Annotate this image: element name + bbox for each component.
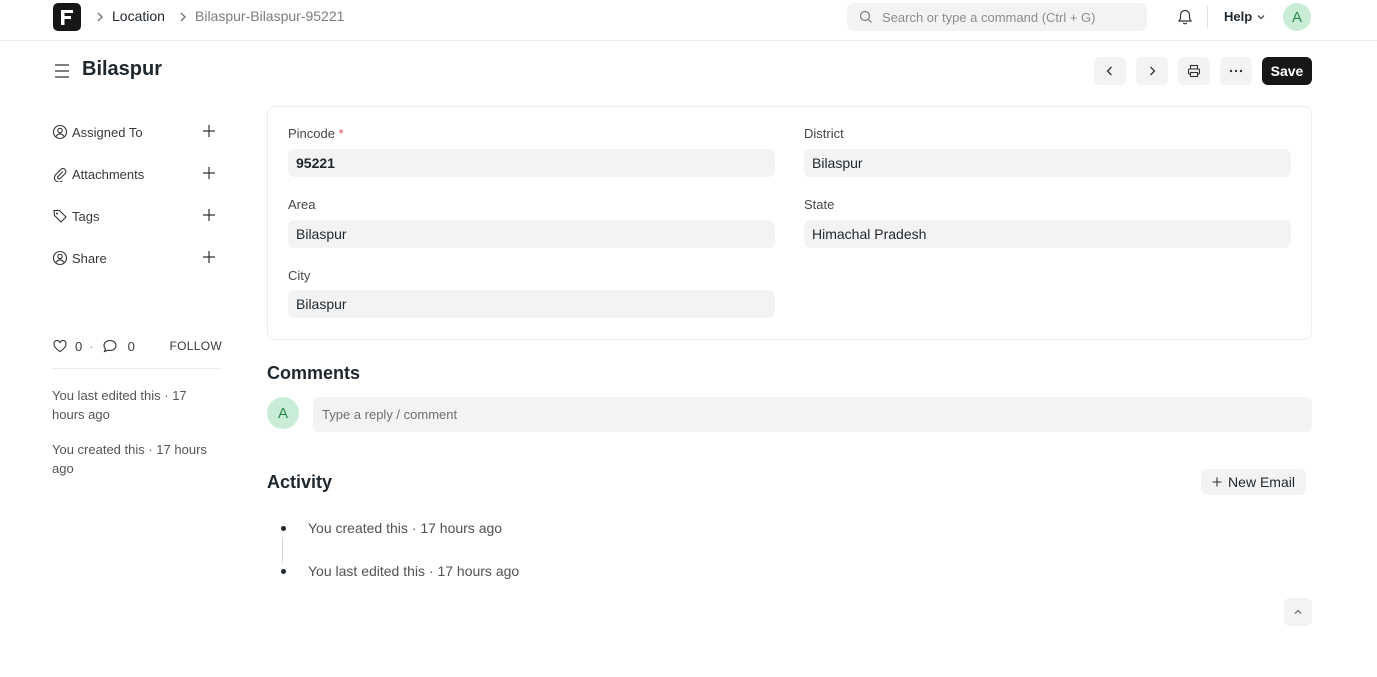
comment-icon[interactable] [102, 338, 118, 354]
notification-bell-icon[interactable] [1176, 8, 1194, 26]
sidebar-item-label: Tags [72, 208, 100, 224]
add-assignment-icon[interactable] [202, 124, 216, 138]
navbar-divider [1207, 6, 1208, 28]
save-button[interactable]: Save [1262, 57, 1312, 85]
chevron-right-icon [1150, 66, 1156, 76]
new-email-button[interactable]: New Email [1201, 469, 1306, 495]
activity-title: Activity [267, 472, 333, 492]
breadcrumb-current[interactable]: Bilaspur-Bilaspur-95221 [195, 8, 344, 24]
area-label: Area [288, 197, 316, 212]
chevron-left-icon [1106, 66, 1112, 76]
plus-icon [1212, 477, 1222, 487]
sidebar-item-label: Assigned To [72, 124, 143, 140]
stats-separator: · [89, 338, 94, 354]
search-icon [859, 10, 872, 23]
timeline-dot [281, 569, 286, 574]
share-icon [52, 250, 68, 266]
search-input[interactable]: Search or type a command (Ctrl + G) [847, 3, 1147, 31]
activity-item: You created this · 17 hours ago [308, 520, 503, 536]
chevron-up-icon [1294, 609, 1302, 614]
like-count: 0 [75, 338, 83, 354]
comment-avatar: A [267, 397, 299, 429]
tag-icon [53, 209, 67, 223]
page-title: Bilaspur [82, 58, 163, 80]
help-dropdown[interactable]: Help [1224, 9, 1266, 24]
timeline-line [282, 537, 283, 563]
add-share-icon[interactable] [202, 250, 216, 264]
city-field[interactable]: Bilaspur [288, 290, 775, 318]
add-attachment-icon[interactable] [202, 166, 216, 180]
help-label: Help [1224, 9, 1253, 24]
frappe-logo-icon [61, 10, 73, 25]
navbar: Location Bilaspur-Bilaspur-95221 Search … [0, 0, 1377, 41]
area-field[interactable]: Bilaspur [288, 220, 775, 248]
activity-item: You last edited this · 17 hours ago [308, 563, 520, 579]
user-avatar[interactable]: A [1283, 3, 1311, 31]
required-indicator: * [338, 126, 344, 141]
sidebar-item-label: Attachments [72, 166, 145, 182]
previous-doc-button[interactable] [1094, 57, 1126, 85]
printer-icon [1187, 64, 1201, 78]
sidebar-divider [52, 368, 222, 369]
created-note: You created this · 17 hours ago [52, 442, 207, 476]
sidebar-item-share[interactable]: Share [52, 248, 222, 268]
app-logo[interactable] [53, 3, 81, 31]
comments-title: Comments [267, 363, 361, 383]
print-button[interactable] [1178, 57, 1210, 85]
comment-input[interactable]: Type a reply / comment [313, 397, 1312, 432]
chevron-down-icon [1257, 14, 1265, 19]
pincode-label: Pincode * [288, 126, 344, 141]
sidebar-toggle-icon[interactable] [54, 62, 70, 80]
last-edited-note: You last edited this · 17 hours ago [52, 388, 187, 422]
sidebar-item-attachments[interactable]: Attachments [52, 164, 222, 184]
next-doc-button[interactable] [1136, 57, 1168, 85]
search-placeholder: Search or type a command (Ctrl + G) [882, 9, 1096, 25]
district-field[interactable]: Bilaspur [804, 149, 1291, 177]
district-label: District [804, 126, 844, 141]
sidebar-item-label: Share [72, 250, 107, 266]
ellipsis-icon [1229, 69, 1243, 73]
comment-count: 0 [127, 338, 135, 354]
sidebar-item-assigned-to[interactable]: Assigned To [52, 122, 222, 142]
more-actions-button[interactable] [1220, 57, 1252, 85]
follow-button[interactable]: FOLLOW [170, 339, 222, 353]
add-tag-icon[interactable] [202, 208, 216, 222]
paperclip-icon [53, 168, 67, 182]
state-label: State [804, 197, 835, 212]
doc-stats: 0 · 0 FOLLOW [52, 336, 222, 356]
assign-icon [52, 124, 68, 140]
state-field[interactable]: Himachal Pradesh [804, 220, 1291, 248]
chevron-right-icon [97, 12, 103, 22]
new-email-label: New Email [1228, 474, 1295, 490]
sidebar-item-tags[interactable]: Tags [52, 206, 222, 226]
scroll-to-top-button[interactable] [1284, 598, 1312, 626]
timeline-dot [281, 526, 286, 531]
city-label: City [288, 268, 311, 283]
breadcrumb-location[interactable]: Location [112, 8, 165, 24]
heart-icon[interactable] [52, 338, 68, 354]
pincode-field[interactable]: 95221 [288, 149, 775, 177]
chevron-right-icon [180, 12, 186, 22]
